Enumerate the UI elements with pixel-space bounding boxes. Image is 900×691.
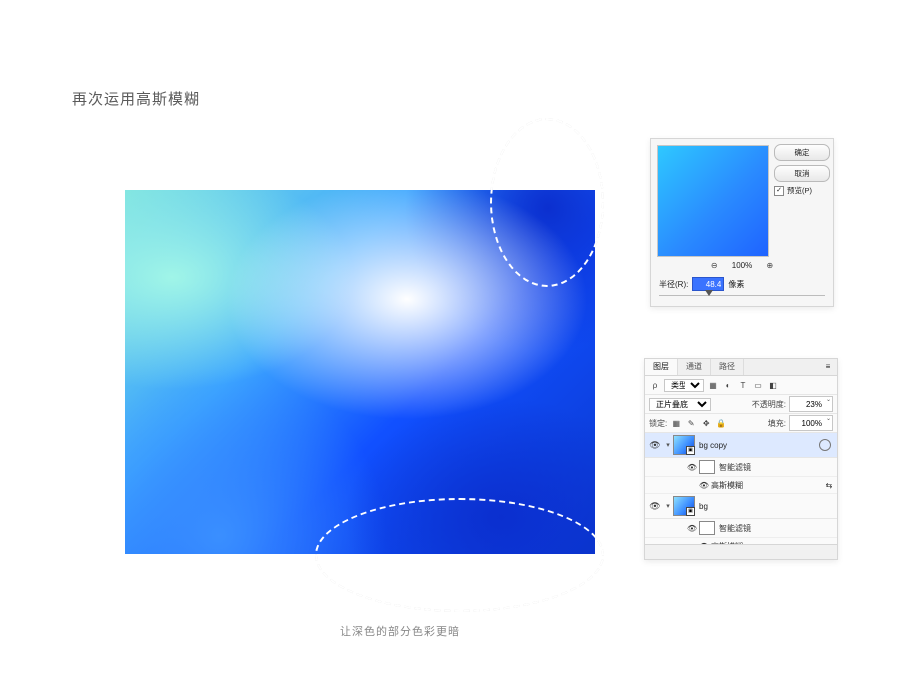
layers-footer [645,544,837,559]
filter-mask-thumbnail[interactable] [699,521,715,535]
expand-icon[interactable]: ▾ [663,441,673,449]
layer-style-ring-icon[interactable] [819,439,831,451]
layers-panel: 图层 通道 路径 ≡ ρ 类型 ▦ ◐ T ▭ ◧ 正片叠底 不透明度: ⌄ 锁… [644,358,838,560]
checkbox-icon: ✓ [774,186,784,196]
zoom-level: 100% [732,261,752,270]
slider-thumb-icon[interactable] [705,290,713,296]
chevron-down-icon[interactable]: ⌄ [826,396,831,403]
visibility-eye-icon[interactable]: 👁 [697,481,711,490]
lock-all-icon[interactable]: 🔒 [715,419,727,428]
smart-object-badge-icon: ▣ [686,446,695,455]
filter-adjust-icon[interactable]: ◐ [722,381,734,390]
ok-button[interactable]: 确定 [774,144,830,161]
filter-shape-icon[interactable]: ▭ [752,381,764,390]
preview-label: 预览(P) [787,185,812,196]
filter-entry-row[interactable]: 👁 高斯模糊 ⇆ [645,477,837,494]
caption-text: 让深色的部分色彩更暗 [340,623,460,639]
fill-label: 填充: [768,418,786,429]
lock-paint-icon[interactable]: ✎ [685,419,697,428]
visibility-eye-icon[interactable]: 👁 [647,501,663,512]
visibility-eye-icon[interactable]: 👁 [685,524,699,533]
smart-filters-row[interactable]: 👁 智能滤镜 [645,519,837,538]
radius-unit: 像素 [728,279,744,290]
layer-thumbnail[interactable]: ▣ [673,435,695,455]
filter-text-icon[interactable]: T [737,381,749,390]
chevron-down-icon[interactable]: ⌄ [826,415,831,422]
smart-filters-row[interactable]: 👁 智能滤镜 [645,458,837,477]
lock-label: 锁定: [649,418,667,429]
lock-position-icon[interactable]: ✥ [700,419,712,428]
kind-select[interactable]: 类型 [664,379,704,392]
filter-pixel-icon[interactable]: ▦ [707,381,719,390]
selection-ellipse-overlay-top [490,118,604,287]
cancel-button[interactable]: 取消 [774,165,830,182]
zoom-in-icon[interactable]: ⊕ [766,261,773,270]
radius-slider[interactable] [659,292,825,298]
lock-transparent-icon[interactable]: ▦ [670,419,682,428]
smart-filters-label: 智能滤镜 [719,523,837,534]
smart-filters-label: 智能滤镜 [719,462,837,473]
page-title: 再次运用高斯模糊 [72,88,200,109]
visibility-eye-icon[interactable]: 👁 [647,440,663,451]
zoom-out-icon[interactable]: ⊖ [711,261,718,270]
canvas-preview [125,190,595,554]
radius-input[interactable] [692,277,724,291]
layer-thumbnail[interactable]: ▣ [673,496,695,516]
opacity-label: 不透明度: [752,399,786,410]
tab-paths[interactable]: 路径 [711,359,744,375]
preview-checkbox[interactable]: ✓ 预览(P) [774,185,828,196]
layer-row[interactable]: 👁 ▾ ▣ bg copy [645,433,837,458]
search-kind-icon[interactable]: ρ [649,381,661,390]
layer-list: 👁 ▾ ▣ bg copy 👁 智能滤镜 👁 高斯模糊 ⇆ 👁 ▾ ▣ bg [645,433,837,555]
layer-name[interactable]: bg copy [699,441,727,450]
blend-mode-select[interactable]: 正片叠底 [649,398,711,411]
gaussian-blur-dialog: 确定 取消 ✓ 预览(P) ⊖ 100% ⊕ 半径(R): 像素 [650,138,834,307]
expand-icon[interactable]: ▾ [663,502,673,510]
selection-ellipse-overlay-bottom [315,498,604,612]
filter-name: 高斯模糊 [711,480,743,491]
filter-row: ρ 类型 ▦ ◐ T ▭ ◧ [645,376,837,395]
filter-options-icon[interactable]: ⇆ [821,481,837,490]
smart-object-badge-icon: ▣ [686,507,695,516]
layer-name[interactable]: bg [699,502,708,511]
tab-channels[interactable]: 通道 [678,359,711,375]
visibility-eye-icon[interactable]: 👁 [685,463,699,472]
filter-mask-thumbnail[interactable] [699,460,715,474]
blur-preview-thumb[interactable] [657,145,769,257]
layer-row[interactable]: 👁 ▾ ▣ bg [645,494,837,519]
tab-layers[interactable]: 图层 [645,359,678,375]
panel-menu-icon[interactable]: ≡ [819,359,837,375]
filter-smart-icon[interactable]: ◧ [767,381,779,390]
radius-label: 半径(R): [659,279,688,290]
